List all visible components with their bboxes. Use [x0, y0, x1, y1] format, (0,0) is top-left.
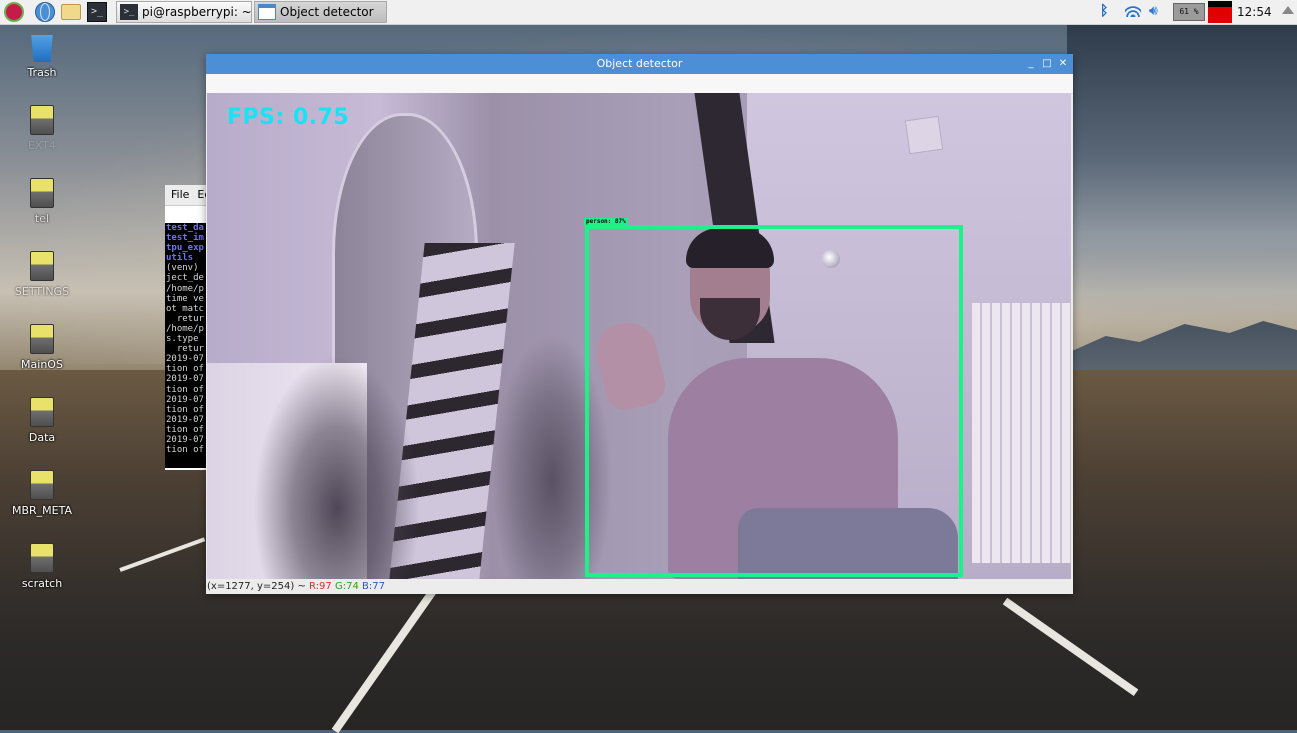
desktop-icon-label: Data [28, 431, 56, 444]
taskbar-item-label: Object detector [280, 5, 374, 19]
terminal-line: ject_de [166, 273, 204, 284]
terminal-line: ot matc [166, 303, 204, 314]
terminal-line: 2019-07 [166, 374, 204, 385]
taskbar-item-object-detector[interactable]: Object detector [254, 1, 387, 23]
terminal-line: 2019-07 [166, 434, 204, 445]
cpu-usage-monitor[interactable]: 61 % [1173, 3, 1205, 21]
clock[interactable]: 12:54 [1237, 0, 1272, 24]
desktop-icon-mainos[interactable]: MainOS [6, 324, 78, 371]
object-detector-window: Object detector _ □ ✕ FPS: 0.75 person: … [206, 54, 1073, 594]
file-manager-icon[interactable] [61, 4, 81, 20]
maximize-button[interactable]: □ [1040, 54, 1054, 74]
terminal-line: test_im [166, 233, 204, 244]
terminal-line: retur [166, 344, 204, 355]
terminal-line: (venv) [166, 263, 199, 274]
desktop-icon-label: scratch [21, 577, 63, 590]
desktop-icon-label: Trash [27, 66, 57, 79]
volume-icon[interactable]: 🔊︎ [1149, 3, 1158, 19]
cpu-temperature-monitor[interactable] [1208, 1, 1232, 23]
desktop-icon-settings[interactable]: SETTINGS [6, 251, 78, 298]
drive-icon [30, 470, 54, 500]
terminal-line: tion of [166, 445, 204, 456]
raspberry-menu-icon[interactable] [4, 2, 24, 22]
pixel-red-value: R:97 [309, 581, 332, 592]
desktop-icon-label: MBR_META [11, 504, 72, 517]
trash-icon [31, 35, 53, 62]
drive-icon [30, 324, 54, 354]
drive-icon [30, 543, 54, 573]
terminal-line: tion of [166, 364, 204, 375]
detection-label: person: 87% [584, 218, 628, 226]
camera-feed[interactable]: FPS: 0.75 person: 87% [207, 93, 1071, 579]
desktop-icon-trash[interactable]: Trash [6, 32, 78, 79]
drive-icon [30, 251, 54, 281]
terminal-line: s.type [166, 334, 199, 345]
desktop-icon-label: SETTINGS [14, 285, 70, 298]
drive-icon [30, 178, 54, 208]
terminal-line: tion of [166, 384, 204, 395]
desktop-icon-scratch[interactable]: scratch [6, 543, 78, 590]
desktop-icon-tel[interactable]: tel [6, 178, 78, 225]
desktop-icon-label: EXT4 [27, 139, 56, 152]
minimize-button[interactable]: _ [1024, 54, 1038, 74]
desktop-icon-ext4[interactable]: EXT4 [6, 105, 78, 152]
web-browser-icon[interactable] [35, 2, 55, 22]
window-titlebar[interactable]: Object detector _ □ ✕ [206, 54, 1073, 74]
fps-counter: FPS: 0.75 [227, 105, 350, 130]
close-button[interactable]: ✕ [1056, 54, 1070, 74]
wallpaper-clouds [1067, 24, 1297, 324]
window-title: Object detector [596, 57, 683, 70]
pixel-coordinates: (x=1277, y=254) ~ [207, 581, 306, 592]
bluetooth-icon[interactable]: ᛒ [1100, 3, 1108, 19]
drive-icon [30, 397, 54, 427]
drive-icon [30, 105, 54, 135]
eject-icon[interactable] [1282, 6, 1294, 14]
terminal-line: /home/p [166, 283, 204, 294]
image-status-bar: (x=1277, y=254) ~ R:97 G:74 B:77 [207, 580, 1071, 594]
terminal-output[interactable]: test_da test_im tpu_exp utils (venv) ject_de /… [165, 223, 207, 468]
terminal-line: /home/p [166, 323, 204, 334]
taskbar: >_ >_ pi@raspberrypi: ~/ten... Object det… [0, 0, 1297, 25]
pixel-blue-value: B:77 [362, 581, 385, 592]
scene-radiator [972, 303, 1071, 563]
terminal-line: 2019-07 [166, 394, 204, 405]
terminal-line: tion of [166, 404, 204, 415]
terminal-line: time ve [166, 293, 204, 304]
desktop-icon-data[interactable]: Data [6, 397, 78, 444]
scene-plant [247, 343, 427, 579]
terminal-line: test_da [166, 223, 204, 233]
terminal-menu-bar: FileEd [165, 185, 207, 206]
terminal-icon: >_ [120, 4, 138, 20]
menu-file[interactable]: File [171, 188, 189, 201]
terminal-line: utils [166, 253, 194, 264]
terminal-line: tpu_exp [166, 243, 204, 254]
window-icon [258, 4, 276, 20]
terminal-line: tion of [166, 424, 204, 435]
scene-light-switch [904, 115, 944, 155]
desktop-icon-label: MainOS [21, 358, 63, 371]
terminal-window[interactable]: FileEd test_datest_imtpu_exputils(venv)j… [165, 185, 207, 470]
pixel-green-value: G:74 [334, 581, 359, 592]
desktop-icon-label: tel [34, 212, 50, 225]
taskbar-item-label: pi@raspberrypi: ~/ten... [142, 5, 252, 19]
terminal-line: 2019-07 [166, 354, 204, 365]
wifi-icon[interactable] [1125, 3, 1141, 17]
terminal-line: retur [166, 313, 204, 324]
detection-bounding-box [585, 225, 963, 577]
terminal-launcher-icon[interactable]: >_ [87, 2, 107, 22]
window-toolbar [206, 74, 1073, 94]
terminal-line: 2019-07 [166, 414, 204, 425]
desktop-icon-mbr-meta[interactable]: MBR_META [6, 470, 78, 517]
taskbar-item-terminal[interactable]: >_ pi@raspberrypi: ~/ten... [116, 1, 252, 23]
